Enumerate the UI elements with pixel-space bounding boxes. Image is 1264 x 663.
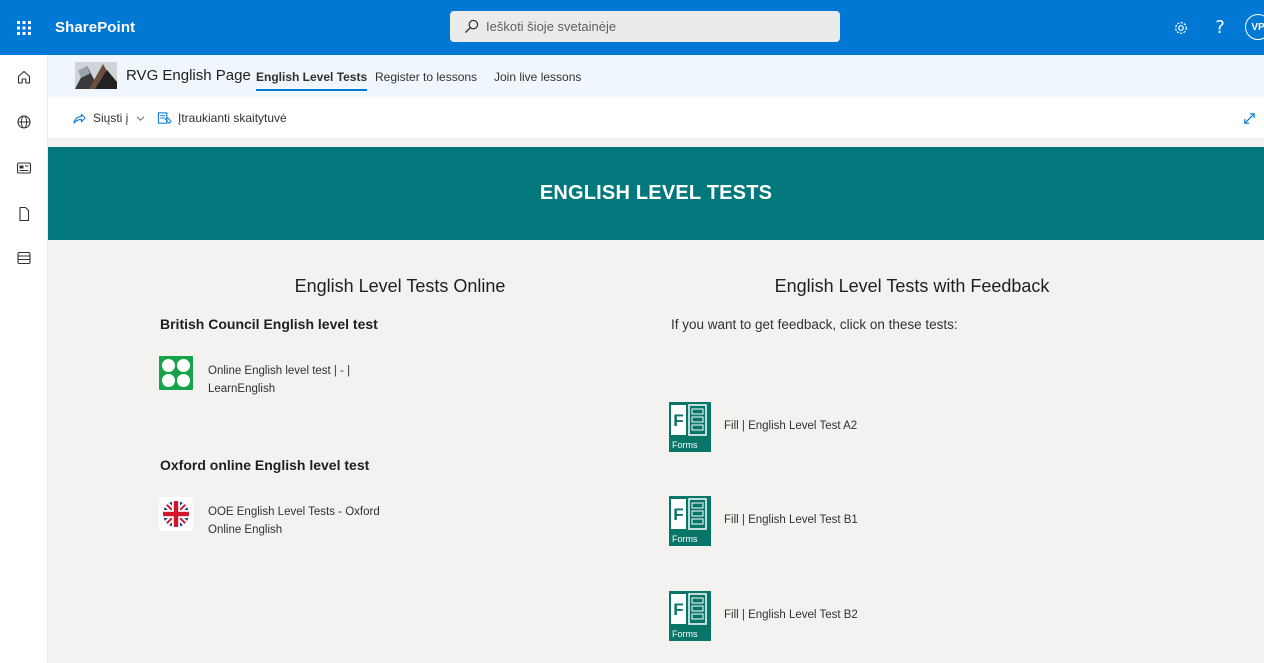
home-icon	[17, 70, 31, 84]
oxford-link-line2: Online English	[208, 523, 283, 536]
immersive-reader-button[interactable]: Įtraukianti skaitytuvė	[157, 97, 287, 139]
list-icon	[17, 251, 31, 265]
search-icon	[464, 19, 479, 34]
site-logo[interactable]	[75, 62, 117, 89]
share-icon	[73, 113, 86, 124]
immersive-reader-label: Įtraukianti skaitytuvė	[178, 111, 287, 125]
oxford-heading: Oxford online English level test	[160, 457, 370, 473]
feedback-intro-text: If you want to get feedback, click on th…	[671, 317, 958, 332]
page-banner: ENGLISH LEVEL TESTS	[48, 147, 1264, 240]
svg-text:F: F	[673, 600, 683, 619]
help-icon: ?	[1215, 17, 1225, 38]
command-bar: Siųsti į Įtraukianti skaitytuvė	[48, 97, 1264, 139]
chevron-down-icon	[137, 115, 145, 121]
british-council-heading: British Council English level test	[160, 316, 378, 332]
news-icon	[16, 162, 32, 174]
files-button[interactable]	[0, 196, 48, 232]
settings-button[interactable]	[1166, 0, 1196, 55]
sharepoint-brand-link[interactable]: SharePoint	[55, 0, 135, 55]
page-title: ENGLISH LEVEL TESTS	[539, 182, 773, 204]
document-icon	[19, 206, 30, 222]
nav-register-to-lessons[interactable]: Register to lessons	[375, 55, 477, 97]
svg-text:F: F	[673, 411, 683, 430]
british-council-link-line2: LearnEnglish	[208, 382, 276, 395]
oxford-link[interactable]: OOE English Level Tests - Oxford Online …	[159, 497, 380, 540]
search-placeholder: Ieškoti šioje svetainėje	[486, 19, 617, 34]
svg-text:F: F	[673, 505, 683, 524]
app-bar	[0, 55, 48, 663]
expand-icon	[1244, 112, 1255, 124]
test-b2-label: Fill | English Level Test B2	[724, 609, 858, 621]
british-council-link-line1: Online English level test | - |	[208, 365, 351, 377]
test-a2-label: Fill | English Level Test A2	[724, 420, 858, 432]
test-b1-label: Fill | English Level Test B1	[724, 514, 858, 526]
gear-icon	[1175, 21, 1187, 34]
right-column-heading: English Level Tests with Feedback	[774, 276, 1050, 296]
send-to-button[interactable]: Siųsti į	[72, 97, 146, 139]
lists-button[interactable]	[0, 240, 48, 276]
test-b1-link[interactable]: F Forms Fill | English Level Test B1	[669, 496, 858, 546]
british-council-link[interactable]: Online English level test | - | LearnEng…	[159, 356, 350, 399]
forms-icon: F Forms	[669, 496, 711, 546]
app-launcher-button[interactable]	[0, 0, 47, 55]
waffle-icon	[16, 20, 31, 35]
search-box[interactable]: Ieškoti šioje svetainėje	[450, 11, 840, 42]
forms-icon: F Forms	[669, 591, 711, 641]
global-nav-button[interactable]	[0, 104, 48, 140]
svg-text:Forms: Forms	[672, 629, 698, 639]
uk-flag-icon	[159, 497, 193, 531]
site-title[interactable]: RVG English Page	[126, 55, 251, 97]
site-header: RVG English Page English Level Tests Reg…	[48, 55, 1264, 97]
news-button[interactable]	[0, 150, 48, 186]
nav-english-level-tests[interactable]: English Level Tests	[256, 55, 368, 97]
test-a2-link[interactable]: F Forms Fill | English Level Test A2	[669, 402, 857, 452]
nav-join-live-lessons[interactable]: Join live lessons	[494, 55, 581, 97]
british-council-icon	[159, 356, 193, 390]
svg-text:Forms: Forms	[672, 534, 698, 544]
home-button[interactable]	[0, 59, 48, 95]
test-b2-link[interactable]: F Forms Fill | English Level Test B2	[669, 591, 858, 641]
oxford-link-line1: OOE English Level Tests - Oxford	[208, 506, 380, 518]
send-to-label: Siųsti į	[93, 111, 129, 125]
immersive-reader-icon	[157, 111, 172, 124]
expand-button[interactable]	[1242, 97, 1263, 139]
forms-icon: F Forms	[669, 402, 711, 452]
help-button[interactable]: ?	[1205, 0, 1235, 55]
suite-bar: SharePoint Ieškoti šioje svetainėje ? VP	[0, 0, 1264, 55]
left-column-heading: English Level Tests Online	[294, 276, 506, 296]
svg-text:Forms: Forms	[672, 440, 698, 450]
avatar[interactable]: VP	[1245, 14, 1264, 40]
globe-icon	[17, 115, 31, 129]
